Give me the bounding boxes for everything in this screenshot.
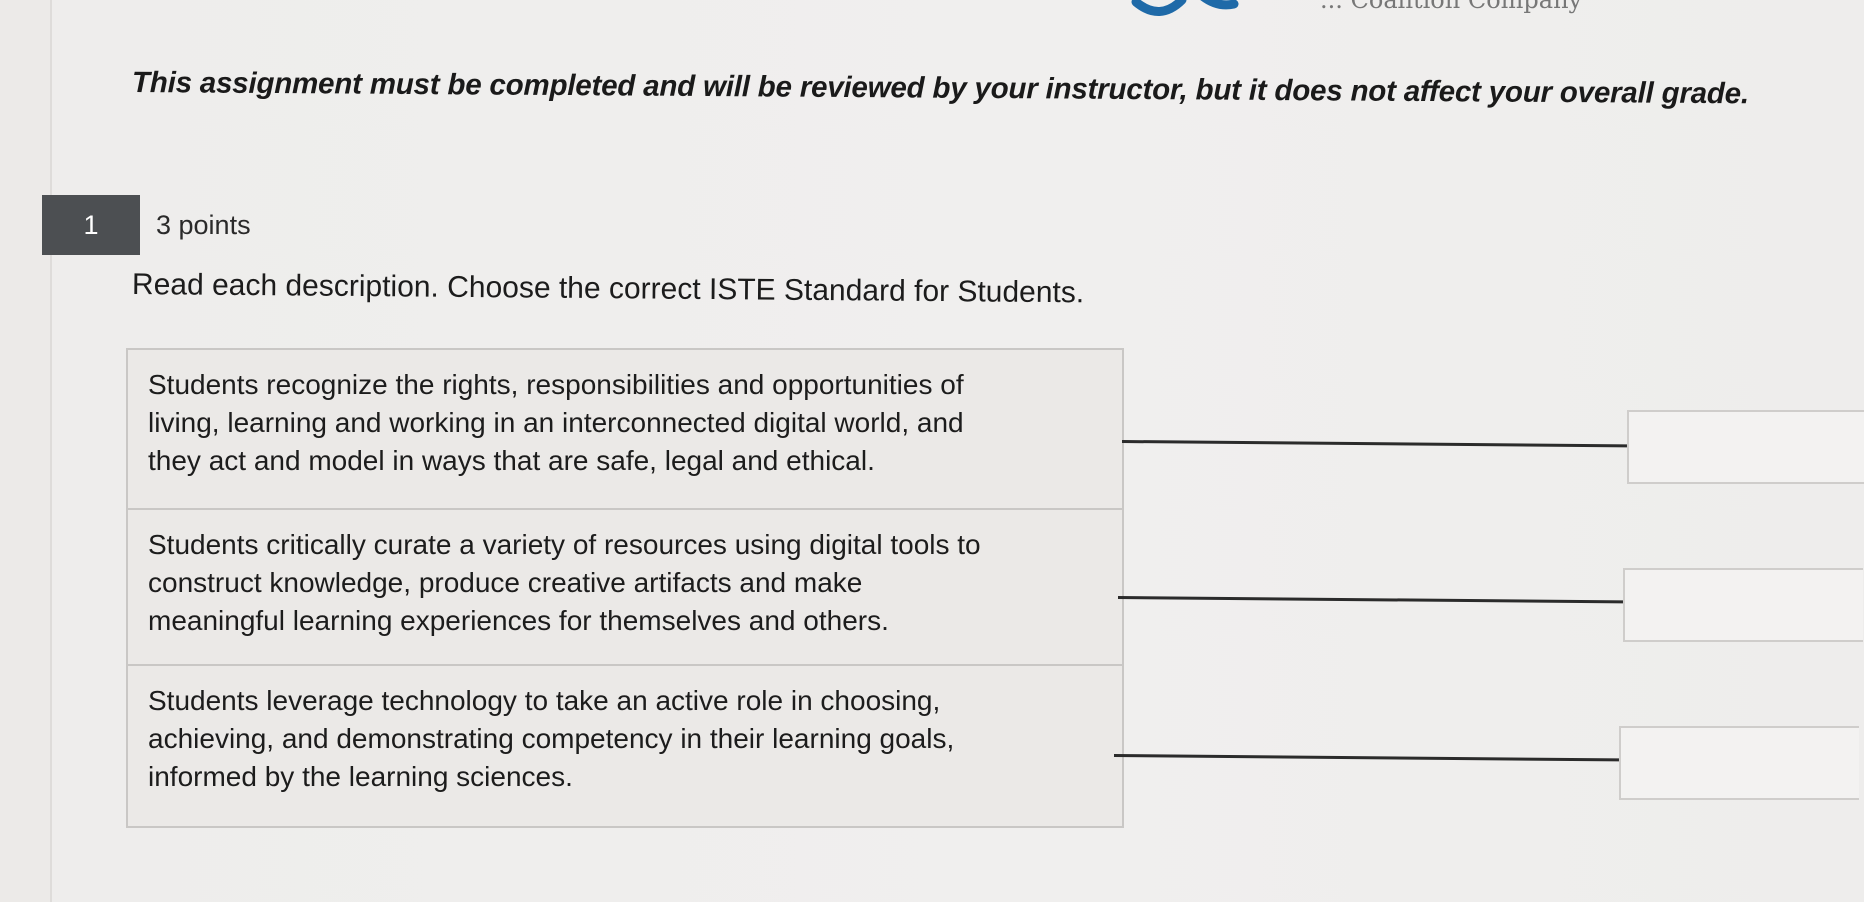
question-number-badge: 1	[42, 195, 140, 255]
description-line: Students critically curate a variety of …	[148, 529, 981, 560]
description-table: Students recognize the rights, responsib…	[126, 348, 1124, 828]
brand-text: ... Coalition Company	[1320, 0, 1583, 14]
description-row-2: Students critically curate a variety of …	[128, 510, 1122, 666]
question-points: 3 points	[156, 210, 251, 240]
description-row-1: Students recognize the rights, responsib…	[128, 350, 1122, 510]
description-line: Students recognize the rights, responsib…	[148, 369, 964, 400]
answer-drop-zone-1[interactable]	[1627, 410, 1864, 484]
answer-drop-zone-3[interactable]	[1619, 726, 1859, 800]
description-line: informed by the learning sciences.	[148, 761, 573, 792]
description-line: Students leverage technology to take an …	[148, 685, 941, 716]
description-line: they act and model in ways that are safe…	[148, 445, 875, 476]
swoosh-logo-icon	[1131, 0, 1239, 16]
description-line: living, learning and working in an inter…	[148, 407, 964, 438]
description-line: construct knowledge, produce creative ar…	[148, 567, 863, 598]
description-row-3: Students leverage technology to take an …	[128, 666, 1122, 826]
description-line: achieving, and demonstrating competency …	[148, 723, 955, 754]
answer-drop-zone-2[interactable]	[1623, 568, 1863, 642]
description-line: meaningful learning experiences for them…	[148, 605, 889, 636]
